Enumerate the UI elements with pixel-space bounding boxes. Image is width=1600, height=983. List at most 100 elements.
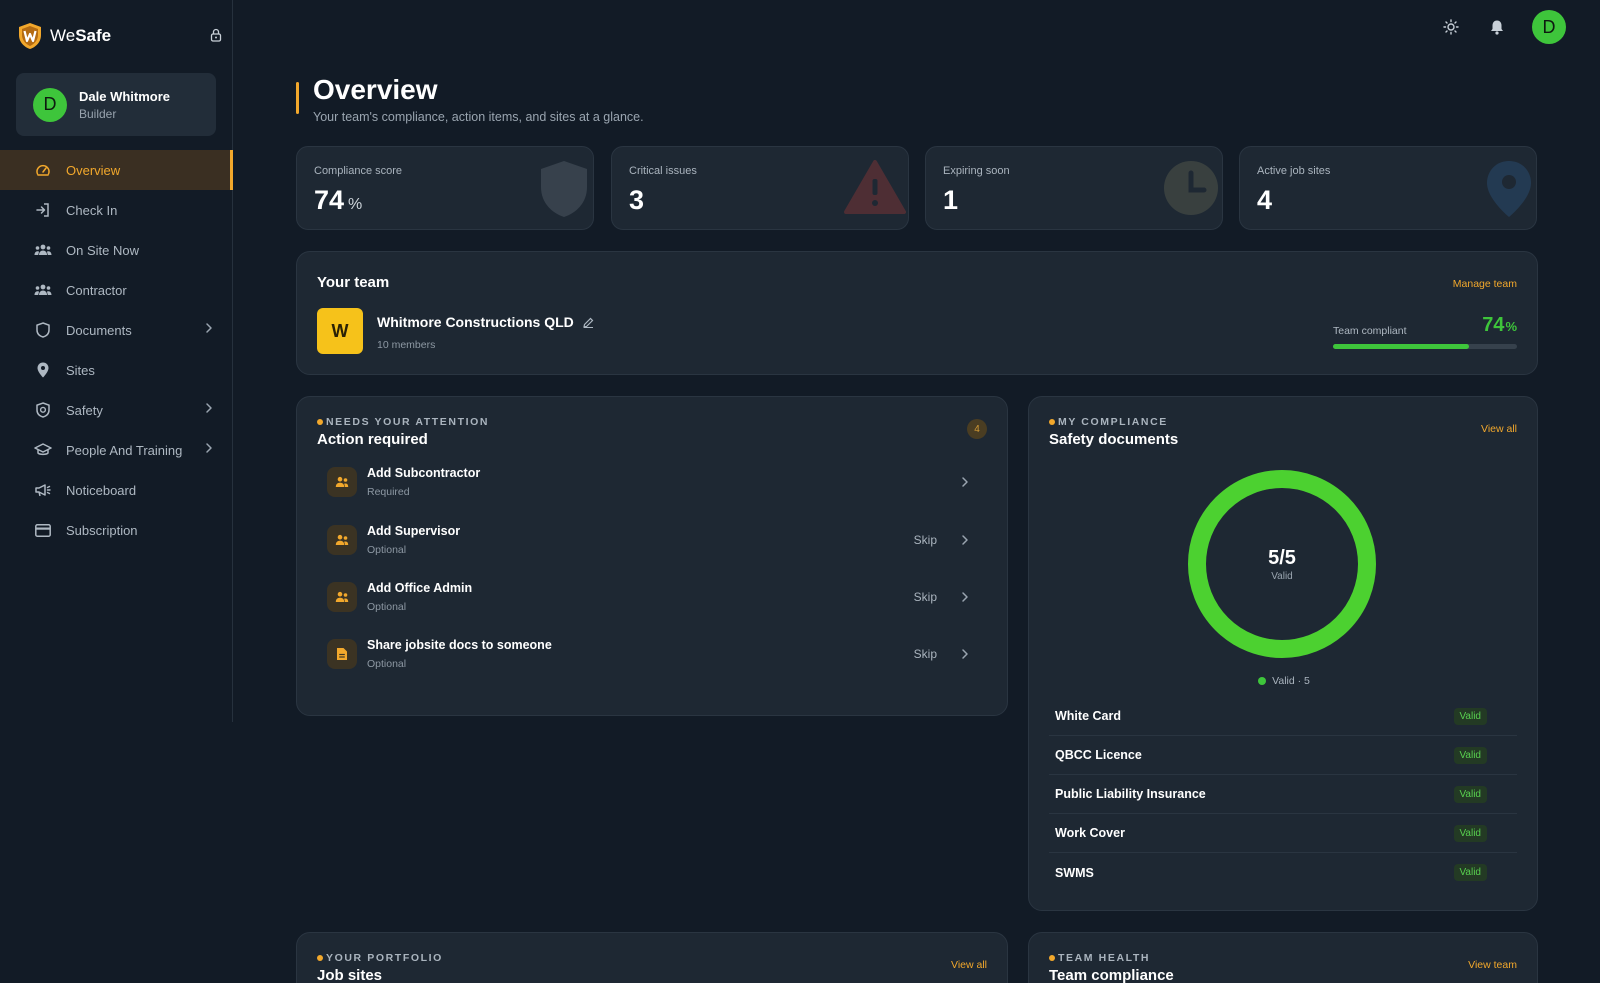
portfolio-kicker: YOUR PORTFOLIO [317,952,443,964]
sidebar-item-label: On Site Now [66,242,139,258]
chevron-right-icon[interactable] [961,533,969,551]
wesafe-logo-icon [19,23,41,49]
action-item-title: Add Office Admin [367,581,473,595]
sidebar-item-contractor[interactable]: Contractor [0,270,233,310]
edit-pencil-icon[interactable] [583,317,594,328]
sidebar-item-on-site-now[interactable]: On Site Now [0,230,233,270]
legend-dot [1258,677,1267,685]
view-all-sites-link[interactable]: View all [951,959,987,971]
bell-icon[interactable] [1486,16,1508,38]
action-item-status: Optional [367,658,407,670]
team-name: Whitmore Constructions QLD [377,314,594,330]
credit-card-icon [34,521,52,539]
chevron-right-icon[interactable] [961,590,969,608]
brand-logo[interactable]: WeSafe [18,22,222,50]
user-name: Dale Whitmore [79,88,171,104]
sidebar-item-overview[interactable]: Overview [0,150,233,190]
sidebar-item-label: People And Training [66,442,183,458]
status-badge: Valid [1453,785,1487,803]
stat-card-sites[interactable]: Active job sites 4 [1239,146,1537,230]
clock-icon [1162,159,1220,222]
skip-button[interactable]: Skip [914,590,937,604]
compliance-donut: 5/5 Valid [1187,469,1377,659]
stat-value: 4 [1257,185,1273,215]
people-icon [327,582,357,612]
sidebar-item-check-in[interactable]: Check In [0,190,233,230]
account-avatar[interactable]: D [1532,10,1566,44]
sidebar-item-label: Documents [66,322,132,338]
team-compliance-progress-fill [1333,344,1470,349]
sidebar-item-documents[interactable]: Documents [0,310,233,350]
action-item[interactable]: Add Office Admin Optional Skip [327,578,977,618]
topbar: D [1440,10,1566,44]
action-item[interactable]: Add Subcontractor Required [327,463,977,503]
page-subtitle: Your team's compliance, action items, an… [313,110,644,124]
job-sites-title: Job sites [317,967,383,983]
sidebar-item-subscription[interactable]: Subscription [0,510,233,550]
sidebar-item-noticeboard[interactable]: Noticeboard [0,470,233,510]
action-item-title: Add Supervisor [367,524,461,538]
status-badge: Valid [1453,824,1487,842]
action-item[interactable]: Add Supervisor Optional Skip [327,521,977,561]
document-row[interactable]: QBCC Licence Valid [1049,736,1517,775]
stat-card-critical[interactable]: Critical issues 3 [611,146,909,230]
sidebar-item-safety[interactable]: Safety [0,390,233,430]
sidebar-item-sites[interactable]: Sites [0,350,233,390]
view-team-link[interactable]: View team [1468,959,1517,971]
action-required-panel: NEEDS YOUR ATTENTION Action required 4 A… [296,396,1008,716]
shield-icon [34,321,52,339]
sun-icon[interactable] [1440,16,1462,38]
view-all-documents-link[interactable]: View all [1481,423,1517,435]
people-icon [327,467,357,497]
user-profile-card[interactable]: D Dale Whitmore Builder [16,73,216,136]
document-row[interactable]: Public Liability Insurance Valid [1049,775,1517,814]
team-health-kicker: TEAM HEALTH [1049,952,1150,964]
team-compliance-title: Team compliance [1049,967,1174,983]
action-item-title: Share jobsite docs to someone [367,638,552,652]
accent-dot [317,419,323,425]
sidebar-nav: Overview Check In On Site Now Contractor Doc… [0,150,233,550]
brand-name: WeSafe [50,26,112,45]
action-title: Action required [317,431,428,448]
shield-icon [537,159,591,224]
team-panel-title: Your team [317,274,390,291]
donut-legend: Valid · 5 [1029,675,1539,687]
team-logo: W [317,308,363,354]
document-row[interactable]: Work Cover Valid [1049,814,1517,853]
skip-button[interactable]: Skip [914,533,937,547]
stat-label: Critical issues [629,165,697,177]
donut-value: 5/5 [1268,547,1296,569]
stat-card-expiring[interactable]: Expiring soon 1 [925,146,1223,230]
chevron-right-icon[interactable] [961,475,969,493]
action-item[interactable]: Share jobsite docs to someone Optional Ski… [327,635,977,675]
document-row[interactable]: White Card Valid [1049,697,1517,736]
megaphone-icon [34,481,52,499]
status-badge: Valid [1453,746,1487,764]
safety-documents-panel: MY COMPLIANCE Safety documents View all … [1028,396,1538,911]
user-avatar: D [33,87,67,122]
stat-value: 3 [629,185,645,215]
stat-card-compliance[interactable]: Compliance score 74% [296,146,594,230]
accent-dot [1049,955,1055,961]
people-group-icon [34,241,52,259]
document-name: Public Liability Insurance [1055,787,1206,801]
document-name: Work Cover [1055,826,1125,840]
sidebar-item-label: Noticeboard [66,482,137,498]
chevron-right-icon [205,322,213,337]
sidebar: WeSafe D Dale Whitmore Builder Overview C… [0,0,233,722]
action-kicker: NEEDS YOUR ATTENTION [317,416,489,428]
chevron-right-icon[interactable] [961,647,969,665]
document-name: QBCC Licence [1055,748,1142,762]
document-row[interactable]: SWMS Valid [1049,853,1517,892]
sidebar-item-label: Safety [66,402,103,418]
manage-team-link[interactable]: Manage team [1453,278,1517,290]
people-group-icon [34,281,52,299]
skip-button[interactable]: Skip [914,647,937,661]
sidebar-item-label: Contractor [66,282,127,298]
action-count-badge: 4 [967,419,987,439]
lock-icon[interactable] [210,28,222,47]
sidebar-item-label: Subscription [66,522,138,538]
sidebar-item-label: Check In [66,202,118,218]
sidebar-item-people-and-training[interactable]: People And Training [0,430,233,470]
status-badge: Valid [1453,707,1487,725]
